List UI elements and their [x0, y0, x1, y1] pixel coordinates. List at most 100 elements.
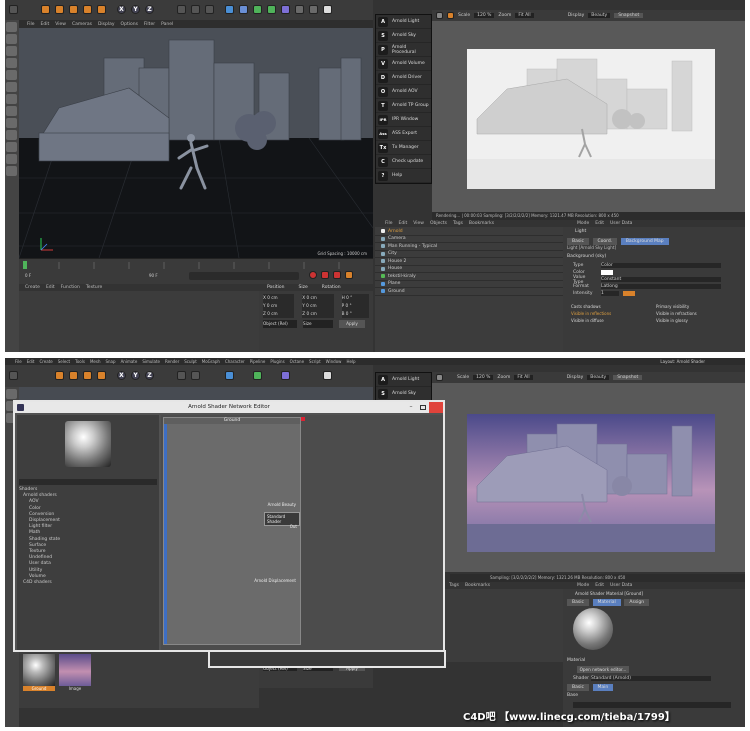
axis-tool-icon[interactable] — [97, 5, 106, 14]
check-visible-refractions[interactable]: Visible in refractions — [656, 311, 741, 316]
keyframe-icon[interactable] — [321, 271, 329, 279]
attr-menu-mode[interactable]: Mode — [577, 583, 589, 588]
ipr-zoom-value[interactable]: Fit All — [515, 13, 534, 18]
obj-menu-objects[interactable]: Objects — [430, 221, 447, 226]
subdivide-icon[interactable] — [253, 5, 262, 14]
menu-file[interactable]: File — [15, 359, 22, 364]
intensity-slider[interactable] — [623, 291, 635, 296]
object-row[interactable]: Arnold — [375, 228, 563, 236]
object-row[interactable]: tekstil-kiraly — [375, 273, 563, 281]
undo-icon[interactable] — [9, 5, 18, 14]
check-primary-visibility[interactable]: Primary visibility — [656, 304, 741, 309]
check-casts-shadows[interactable]: Casts shadows — [571, 304, 656, 309]
record-icon[interactable] — [309, 271, 317, 279]
obj-menu-bookmarks[interactable]: Bookmarks — [465, 583, 490, 588]
menu-help[interactable]: Help — [346, 359, 355, 364]
scale-tool-icon[interactable] — [69, 5, 78, 14]
axis-tool-icon[interactable] — [97, 371, 106, 380]
port-arnold-beauty[interactable]: Arnold Beauty — [268, 502, 296, 507]
close-icon[interactable] — [429, 402, 443, 413]
object-row[interactable]: Camera — [375, 236, 563, 243]
coord-mode-select[interactable]: Object (Rel) — [263, 320, 297, 328]
cube-icon[interactable] — [225, 5, 234, 14]
object-row[interactable]: House 2 — [375, 258, 563, 266]
obj-menu-tags[interactable]: Tags — [449, 583, 459, 588]
deformer-icon[interactable] — [281, 5, 290, 14]
workplane-icon[interactable] — [6, 58, 17, 68]
arnold-menu-item[interactable]: A Arnold Light — [376, 373, 431, 387]
menu-script[interactable]: Script — [309, 359, 321, 364]
field-type[interactable]: Type Color — [563, 262, 745, 269]
model-mode-icon[interactable] — [6, 389, 17, 399]
tab-material[interactable]: Material — [592, 599, 621, 606]
menu-edit[interactable]: Edit — [41, 22, 50, 27]
timeline[interactable]: 0 F 90 F — [19, 258, 373, 284]
coord-z-pos[interactable]: Z 0 cm — [263, 310, 295, 318]
menu-pipeline[interactable]: Pipeline — [250, 359, 266, 364]
output-node[interactable]: Ground Arnold Beauty Standard Shader Out… — [163, 417, 301, 645]
menu-snap[interactable]: Snap — [105, 359, 115, 364]
coord-b-rot[interactable]: B 0 ° — [341, 310, 369, 318]
check-visible-glossy[interactable]: Visible in glossy — [656, 318, 741, 323]
obj-menu-tags[interactable]: Tags — [453, 221, 463, 226]
ipr-stop-icon[interactable] — [447, 12, 454, 19]
attr-menu-edit[interactable]: Edit — [595, 583, 604, 588]
coord-size-select[interactable]: Size — [303, 320, 333, 328]
edges-mode-icon[interactable] — [6, 82, 17, 92]
arnold-menu-item[interactable]: P Arnold Procedural — [376, 43, 431, 57]
coord-z-size[interactable]: Z 0 cm — [302, 310, 334, 318]
ipr-snapshot-button[interactable]: Snapshot — [614, 13, 644, 18]
menu-select[interactable]: Select — [58, 359, 70, 364]
subdivide-icon[interactable] — [253, 371, 262, 380]
tab-assign[interactable]: Assign — [624, 599, 650, 606]
layout-label[interactable]: Layout: Arnold Shader — [660, 359, 705, 364]
render-icon[interactable] — [177, 5, 186, 14]
apply-button[interactable]: Apply — [339, 320, 365, 328]
maximize-icon[interactable] — [420, 405, 426, 410]
arnold-menu-item[interactable]: ? Help — [376, 169, 431, 183]
render-view-icon[interactable] — [191, 5, 200, 14]
tweak-mode-icon[interactable] — [6, 118, 17, 128]
material-thumb-image[interactable] — [59, 654, 91, 686]
make-editable-icon[interactable] — [6, 22, 17, 32]
menu-render[interactable]: Render — [165, 359, 179, 364]
field-intensity[interactable]: Intensity 1 — [563, 290, 745, 297]
sculpt-icon[interactable] — [6, 154, 17, 164]
menu-file[interactable]: File — [27, 22, 35, 27]
check-visible-reflections[interactable]: Visible in reflections — [571, 311, 656, 316]
tab-background-map[interactable]: Background Map — [620, 238, 669, 245]
move-tool-icon[interactable] — [55, 5, 64, 14]
object-row[interactable]: Ground — [375, 288, 563, 296]
object-row[interactable]: House — [375, 266, 563, 273]
attr-menu-userdata[interactable]: User Data — [610, 221, 632, 226]
field-format[interactable]: Format Latlong — [563, 283, 745, 290]
menu-display[interactable]: Display — [98, 22, 115, 27]
menu-window[interactable]: Window — [326, 359, 342, 364]
mat-menu-create[interactable]: Create — [25, 285, 40, 290]
coord-x-size[interactable]: X 0 cm — [302, 294, 334, 302]
open-network-editor-button[interactable]: Open network editor... — [577, 666, 629, 673]
attr-menu-edit[interactable]: Edit — [595, 221, 604, 226]
rotate-tool-icon[interactable] — [83, 371, 92, 380]
coord-h-rot[interactable]: H 0 ° — [341, 294, 369, 302]
field-shader[interactable]: Shader Standard (Arnold) — [563, 675, 745, 682]
y-axis-icon[interactable]: Y — [131, 5, 140, 14]
render-view-icon[interactable] — [191, 371, 200, 380]
menu-character[interactable]: Character — [225, 359, 245, 364]
texture-mode-icon[interactable] — [6, 46, 17, 56]
autokey-icon[interactable] — [333, 271, 341, 279]
menu-mesh[interactable]: Mesh — [90, 359, 101, 364]
object-row[interactable]: Man Running - Typical — [375, 243, 563, 251]
mat-menu-texture[interactable]: Texture — [86, 285, 102, 290]
parameter-icon[interactable] — [345, 271, 353, 279]
check-visible-diffuse[interactable]: Visible in diffuse — [571, 318, 656, 323]
points-mode-icon[interactable] — [6, 70, 17, 80]
arnold-menu-item[interactable]: A Arnold Light — [376, 15, 431, 29]
x-axis-icon[interactable]: X — [117, 5, 126, 14]
deformer-icon[interactable] — [281, 371, 290, 380]
obj-menu-bookmarks[interactable]: Bookmarks — [469, 221, 494, 226]
menu-filter[interactable]: Filter — [144, 22, 155, 27]
obj-menu-view[interactable]: View — [413, 221, 424, 226]
coord-y-pos[interactable]: Y 0 cm — [263, 302, 295, 310]
menu-simulate[interactable]: Simulate — [142, 359, 160, 364]
